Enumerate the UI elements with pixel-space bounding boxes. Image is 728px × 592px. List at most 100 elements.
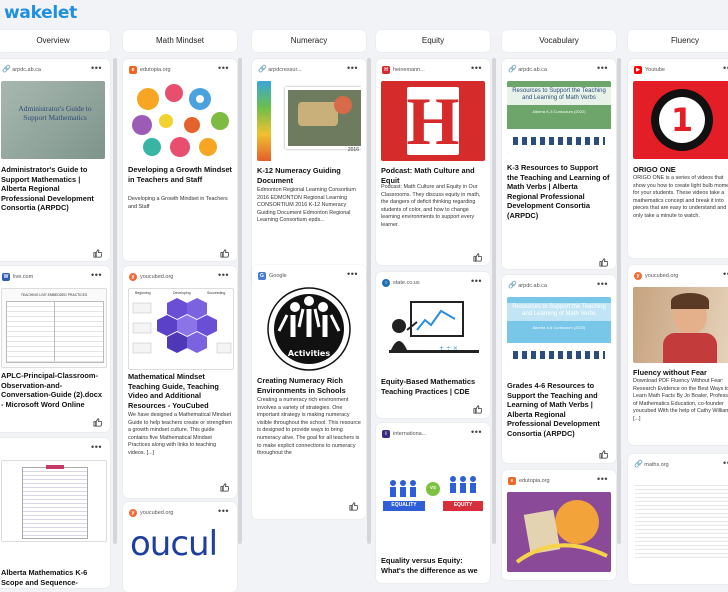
globe-icon: ○ — [382, 278, 390, 287]
card-description: Download PDF Fluency Without Fear: Resea… — [633, 378, 728, 422]
column-overview: Overview 🔗 arpdc.ab.ca ••• Administrator… — [0, 30, 110, 588]
more-menu-icon[interactable]: ••• — [218, 270, 229, 280]
card-maths-org[interactable]: 🔗 maths.org ••• — [628, 454, 728, 584]
more-menu-icon[interactable]: ••• — [347, 63, 358, 73]
link-icon: 🔗 — [258, 66, 267, 73]
card-source: ▶ Youtube — [634, 65, 665, 75]
more-menu-icon[interactable]: ••• — [723, 63, 728, 73]
more-menu-icon[interactable]: ••• — [91, 442, 102, 452]
card-title: Mathematical Mindset Teaching Guide, Tea… — [128, 372, 219, 410]
edutopia-icon: e — [129, 65, 137, 74]
column-scrollbar[interactable] — [617, 58, 621, 544]
card-title: Creating Numeracy Rich Environments in S… — [257, 376, 346, 395]
more-menu-icon[interactable]: ••• — [347, 269, 358, 279]
heinemann-icon: H — [382, 65, 390, 74]
word-icon: W — [2, 272, 10, 281]
card-thumbnail: oucul — [128, 524, 232, 564]
column-scrollbar[interactable] — [492, 58, 496, 544]
card-k3-math-verbs[interactable]: 🔗 arpdc.ab.ca ••• Resources to Support t… — [502, 59, 616, 269]
youcubed-icon: y — [129, 272, 137, 281]
like-icon[interactable] — [220, 483, 229, 492]
column-scrollbar[interactable] — [113, 58, 117, 544]
wakelet-logo[interactable]: wakelet — [4, 3, 77, 23]
like-icon[interactable] — [599, 258, 608, 267]
more-menu-icon[interactable]: ••• — [471, 276, 482, 286]
card-source: Wlive.com — [2, 272, 34, 281]
like-icon[interactable] — [93, 249, 102, 258]
card-origo-one[interactable]: ▶Youtube ••• 1 ORIGO ONE ORIGO ONE is a … — [628, 59, 728, 258]
card-source: 🔗 arpdc.ab.ca — [508, 66, 547, 73]
card-title: Equity-Based Mathematics Teaching Practi… — [381, 377, 476, 396]
column-title-fluency[interactable]: Fluency — [628, 30, 728, 52]
card-math-culture-podcast[interactable]: Hheinemann... ••• H Podcast: Math Cultur… — [376, 59, 490, 265]
card-description: Podcast: Math Culture and Equity in Our … — [381, 184, 481, 228]
more-menu-icon[interactable]: ••• — [597, 279, 608, 289]
card-title: Podcast: Math Culture and Equit — [381, 166, 475, 185]
more-menu-icon[interactable]: ••• — [91, 63, 102, 73]
column-title-math-mindset[interactable]: Math Mindset — [123, 30, 237, 52]
card-mindset-teaching-guide[interactable]: y youcubed.org ••• Beginning Developing S… — [123, 266, 237, 498]
heinemann-logo: H — [406, 83, 460, 159]
more-menu-icon[interactable]: ••• — [471, 427, 482, 437]
card-k12-numeracy[interactable]: 🔗 arpdcressur... ••• 2016 K-12 Numeracy … — [252, 59, 366, 286]
edutopia-icon: e — [508, 476, 516, 485]
more-menu-icon[interactable]: ••• — [723, 458, 728, 468]
link-icon: 🔗 — [2, 66, 11, 73]
more-menu-icon[interactable]: ••• — [597, 474, 608, 484]
youcubed-icon: y — [634, 271, 642, 280]
more-menu-icon[interactable]: ••• — [218, 63, 229, 73]
link-icon: 🔗 — [508, 282, 517, 289]
more-menu-icon[interactable]: ••• — [471, 63, 482, 73]
thumb-label-equity: EQUITY — [453, 502, 473, 508]
card-fluency-without-fear[interactable]: yyoucubed.org ••• Fluency without Fear D… — [628, 265, 728, 445]
more-menu-icon[interactable]: ••• — [597, 63, 608, 73]
youtube-icon: ▶ — [634, 65, 642, 74]
card-thumbnail: Activities — [257, 287, 361, 371]
card-admin-guide[interactable]: 🔗 arpdc.ab.ca ••• Administrator's Guide … — [0, 59, 110, 261]
card-equity-practices[interactable]: ○ state.co.us ••• + ÷ × Equity-Based Math… — [376, 272, 490, 418]
link-icon: 🔗 — [634, 461, 643, 468]
origo-one-logo: 1 — [670, 101, 694, 139]
like-icon[interactable] — [93, 418, 102, 427]
youcubed-wordmark: oucul — [130, 524, 218, 564]
card-thumbnail: Beginning Developing Succeeding — [128, 288, 234, 370]
card-title: Equality versus Equity: What's the diffe… — [381, 556, 478, 575]
card-grades-4-6-math-verbs[interactable]: 🔗 arpdc.ab.ca ••• Resources to Support t… — [502, 275, 616, 463]
more-menu-icon[interactable]: ••• — [91, 270, 102, 280]
svg-text:+ ÷ ×: + ÷ × — [439, 345, 458, 352]
card-thumbnail: Resources to Support the Teaching and Le… — [507, 297, 611, 367]
thumbnail-subcaption: Alberta K-3 Curriculum (2022) — [532, 109, 586, 114]
column-scrollbar[interactable] — [367, 58, 371, 544]
column-title-numeracy[interactable]: Numeracy — [252, 30, 366, 52]
card-title: Alberta Mathematics K-6 Scope and Sequen… — [1, 568, 88, 588]
column-scrollbar[interactable] — [238, 58, 242, 544]
column-fluency: Fluency ▶Youtube ••• 1 ORIGO ONE ORIGO O… — [628, 30, 728, 584]
card-equality-vs-equity[interactable]: i internationa... ••• EQUALITY VS EQUITY … — [376, 423, 490, 583]
like-icon[interactable] — [220, 249, 229, 258]
column-title-vocabulary[interactable]: Vocabulary — [502, 30, 616, 52]
card-scope-sequence[interactable]: ••• Alberta Mathematics K-6 Scope and Se… — [0, 438, 110, 588]
card-source: 🔗 arpdc.ab.ca — [2, 66, 41, 73]
more-menu-icon[interactable]: ••• — [723, 269, 728, 279]
card-edutopia-vocab[interactable]: e edutopia.org ••• — [502, 470, 616, 580]
column-title-overview[interactable]: Overview — [0, 30, 110, 52]
column-numeracy: Numeracy 🔗 arpdcressur... ••• 2016 K-12 … — [252, 30, 366, 550]
card-source: y youcubed.org — [129, 508, 173, 518]
card-description: We have designed a Mathematical Mindset … — [128, 412, 232, 456]
like-icon[interactable] — [599, 450, 608, 459]
thumb-label-equality: EQUALITY — [391, 502, 417, 508]
card-source: e edutopia.org — [508, 476, 550, 486]
card-aplc-guide[interactable]: Wlive.com ••• TEACHING LIVE EMBEDDED PRA… — [0, 266, 110, 432]
card-thumbnail: H — [381, 81, 485, 161]
column-title-equity[interactable]: Equity — [376, 30, 490, 52]
card-numeracy-rich[interactable]: G Google ••• Activities Creating Numeracy… — [252, 265, 366, 519]
column-math-mindset: Math Mindset e edutopia.org ••• Developin… — [123, 30, 237, 592]
like-icon[interactable] — [473, 253, 482, 262]
like-icon[interactable] — [473, 405, 482, 414]
card-youcubed[interactable]: y youcubed.org ••• oucul — [123, 502, 237, 592]
card-source: G Google — [258, 271, 287, 281]
thumb-label-beginning: Beginning — [135, 291, 151, 295]
like-icon[interactable] — [349, 502, 358, 511]
card-growth-mindset[interactable]: e edutopia.org ••• Developing a Growth Mi… — [123, 59, 237, 261]
more-menu-icon[interactable]: ••• — [218, 506, 229, 516]
